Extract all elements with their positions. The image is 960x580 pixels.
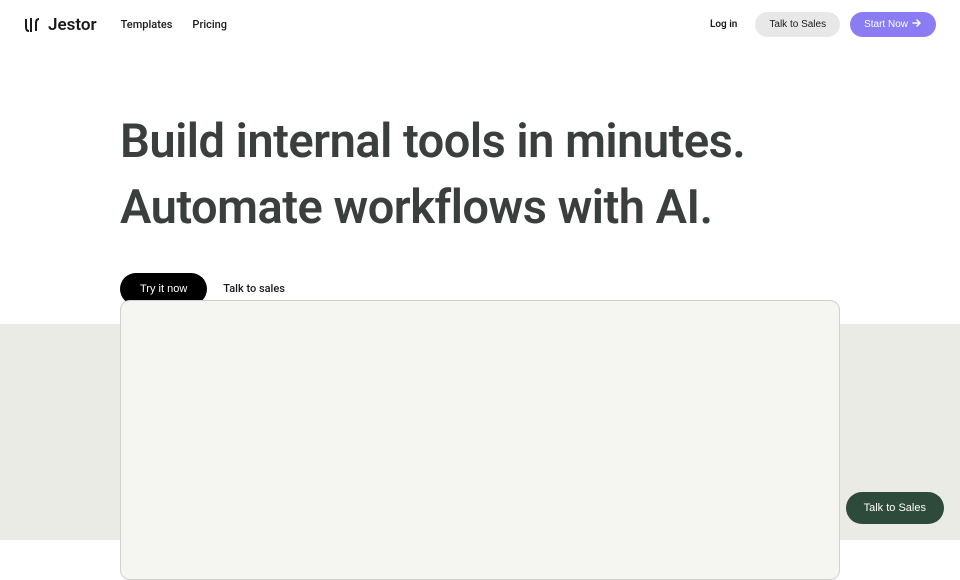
video-placeholder: [120, 300, 840, 580]
logo-link[interactable]: Jestor: [24, 15, 97, 35]
login-link[interactable]: Log in: [702, 13, 745, 36]
hero-title-line2: Automate workflows with AI.: [120, 180, 712, 235]
start-now-label: Start Now: [864, 19, 908, 30]
start-now-button[interactable]: Start Now: [850, 12, 936, 37]
arrow-right-icon: [912, 19, 922, 30]
header-right: Log in Talk to Sales Start Now: [702, 12, 936, 37]
hero-section: Build internal tools in minutes. Automat…: [0, 49, 960, 329]
nav-templates[interactable]: Templates: [121, 18, 173, 31]
talk-to-sales-button-header[interactable]: Talk to Sales: [755, 12, 840, 37]
floating-talk-to-sales-button[interactable]: Talk to Sales: [846, 492, 944, 524]
logo-text: Jestor: [48, 15, 97, 35]
hero-title-line1: Build internal tools in minutes.: [120, 114, 745, 169]
nav-pricing[interactable]: Pricing: [192, 18, 227, 31]
main-header: Jestor Templates Pricing Log in Talk to …: [0, 0, 960, 49]
hero-title: Build internal tools in minutes. Automat…: [120, 109, 840, 241]
header-left: Jestor Templates Pricing: [24, 15, 227, 35]
jestor-logo-icon: [24, 17, 42, 33]
talk-to-sales-link-hero[interactable]: Talk to sales: [223, 282, 285, 295]
nav-links: Templates Pricing: [121, 18, 227, 31]
